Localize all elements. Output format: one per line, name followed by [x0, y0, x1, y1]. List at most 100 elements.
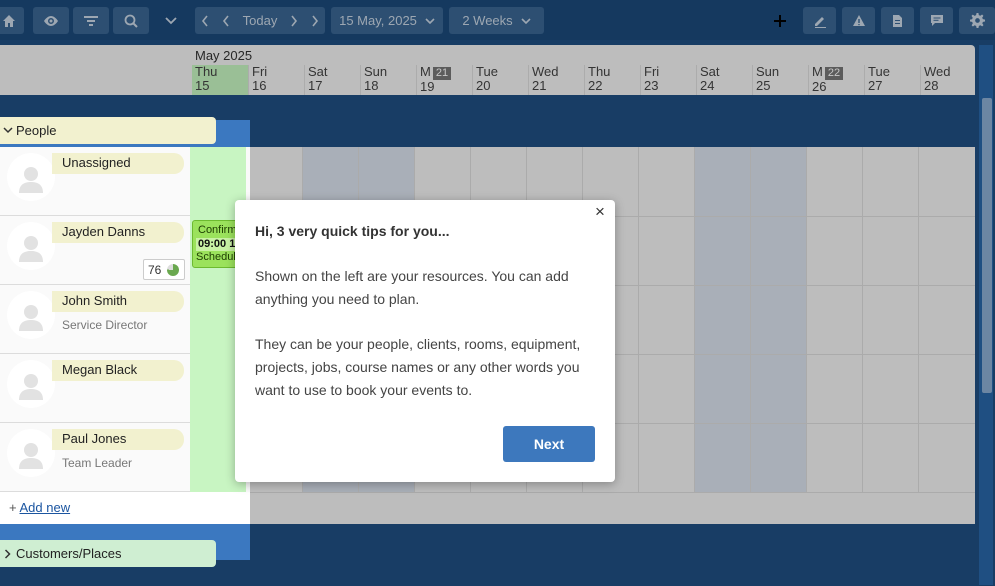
day-header[interactable]: Sun 18 — [360, 65, 416, 95]
day-header[interactable]: Thu 22 — [584, 65, 640, 95]
dialog-paragraph: Shown on the left are your resources. Yo… — [255, 268, 569, 307]
search-button[interactable] — [113, 7, 149, 34]
filter-icon — [84, 15, 98, 26]
chat-icon — [930, 15, 943, 26]
day-header[interactable]: Sun 25 — [752, 65, 808, 95]
range-select-value: 2 Weeks — [462, 13, 513, 28]
filter-button[interactable] — [73, 7, 109, 34]
day-column[interactable] — [862, 147, 918, 492]
scrollbar-thumb[interactable] — [982, 98, 992, 393]
resource-role: Team Leader — [62, 456, 133, 470]
chevron-down-icon — [3, 127, 13, 134]
edit-button[interactable] — [803, 7, 836, 34]
resource-row[interactable]: John Smith Service Director — [0, 285, 190, 354]
avatar — [7, 222, 55, 270]
messages-button[interactable] — [920, 7, 953, 34]
dialog-title: Hi, 3 very quick tips for you... — [255, 223, 450, 239]
day-column[interactable] — [806, 147, 862, 492]
day-header[interactable]: Fri 16 — [248, 65, 304, 95]
chevron-down-icon — [165, 16, 177, 24]
day-number: 24 — [700, 78, 715, 93]
day-column[interactable] — [750, 147, 806, 492]
person-icon — [19, 374, 43, 400]
day-name: Wed — [532, 64, 559, 79]
next-button[interactable]: Next — [503, 426, 595, 462]
home-button[interactable] — [0, 7, 24, 34]
day-header[interactable]: Wed 28 — [920, 65, 976, 95]
day-header[interactable]: Sat 24 — [696, 65, 752, 95]
group-label: Customers/Places — [16, 546, 122, 561]
chevron-down-icon — [521, 17, 531, 24]
chevron-right-icon — [291, 15, 298, 26]
day-header[interactable]: Thu 15 — [192, 65, 248, 95]
resource-row[interactable]: Jayden Danns 76 — [0, 216, 190, 285]
date-picker[interactable]: 15 May, 2025 — [331, 7, 443, 34]
day-number: 22 — [588, 78, 603, 93]
resource-row[interactable]: Paul Jones Team Leader — [0, 423, 190, 492]
document-icon — [893, 14, 902, 27]
add-new-link[interactable]: Add new — [20, 500, 71, 515]
day-name: Tue — [476, 64, 498, 79]
day-number: 20 — [476, 78, 491, 93]
resource-role: Service Director — [62, 318, 148, 332]
resource-name: Unassigned — [52, 153, 184, 174]
utilization-pie-icon — [167, 263, 180, 276]
day-name: Sat — [700, 64, 720, 79]
week-number-badge: 22 — [824, 67, 844, 80]
day-name: Fri — [252, 64, 268, 79]
day-header[interactable]: Sat 17 — [304, 65, 360, 95]
group-header-places[interactable]: Customers/Places — [0, 540, 216, 567]
warning-icon — [852, 15, 865, 26]
prev-period-button[interactable] — [201, 15, 209, 27]
today-button[interactable]: Today — [243, 13, 278, 28]
day-name: Wed — [924, 64, 951, 79]
day-number: 17 — [308, 78, 323, 93]
avatar — [7, 153, 55, 201]
group-label: People — [16, 123, 57, 138]
day-name: M — [812, 64, 823, 79]
person-icon — [19, 236, 43, 262]
day-header[interactable]: Wed 21 — [528, 65, 584, 95]
day-number: 27 — [868, 78, 883, 93]
day-header[interactable]: Fri 23 — [640, 65, 696, 95]
resource-row[interactable]: Unassigned — [0, 147, 190, 216]
close-icon[interactable]: × — [592, 203, 608, 220]
add-prefix: + — [9, 500, 17, 515]
person-icon — [19, 443, 43, 469]
chevron-left-icon — [222, 15, 229, 26]
avatar — [7, 429, 55, 477]
resource-row[interactable]: Megan Black — [0, 354, 190, 423]
day-header[interactable]: M 22 26 — [808, 65, 864, 95]
range-select[interactable]: 2 Weeks — [449, 7, 544, 34]
reports-button[interactable] — [881, 7, 914, 34]
day-column[interactable] — [638, 147, 694, 492]
week-number-badge: 21 — [432, 67, 452, 80]
date-navigator: Today — [195, 7, 325, 34]
add-button[interactable] — [768, 7, 792, 34]
prev-day-button[interactable] — [222, 15, 230, 27]
day-number: 16 — [252, 78, 267, 93]
day-header[interactable]: Tue 27 — [864, 65, 920, 95]
day-column[interactable] — [694, 147, 750, 492]
day-number: 21 — [532, 78, 547, 93]
day-name: Sun — [756, 64, 780, 79]
dialog-paragraph: They can be your people, clients, rooms,… — [255, 336, 581, 398]
more-dropdown[interactable] — [159, 7, 183, 34]
next-day-button[interactable] — [290, 15, 298, 27]
day-column[interactable] — [918, 147, 974, 492]
day-number: 28 — [924, 78, 939, 93]
view-button[interactable] — [33, 7, 69, 34]
day-header[interactable]: M 21 19 — [416, 65, 472, 95]
settings-button[interactable] — [959, 7, 995, 34]
search-icon — [124, 14, 138, 28]
day-header[interactable]: Tue 20 — [472, 65, 528, 95]
day-name: Thu — [588, 64, 611, 79]
day-number: 15 — [195, 78, 210, 93]
group-header-people[interactable]: People — [0, 117, 216, 144]
day-number: 26 — [812, 79, 827, 94]
day-name: M — [420, 64, 431, 79]
date-picker-value: 15 May, 2025 — [339, 13, 417, 28]
next-period-button[interactable] — [311, 15, 319, 27]
alerts-button[interactable] — [842, 7, 875, 34]
day-name: Sat — [308, 64, 328, 79]
